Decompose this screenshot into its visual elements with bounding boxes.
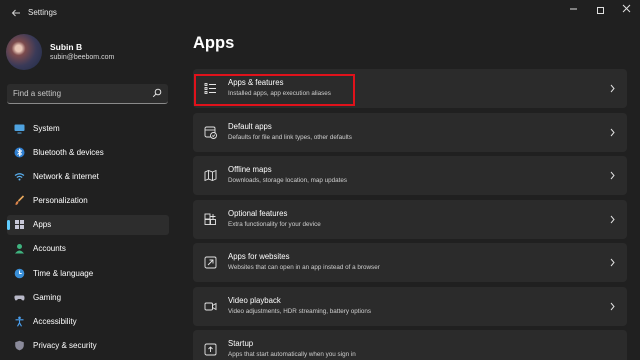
chevron-right-icon	[610, 171, 615, 180]
sidebar-item-personalization[interactable]: Personalization	[7, 191, 169, 211]
card-subtitle: Extra functionality for your device	[228, 220, 321, 228]
highlight-box	[194, 74, 355, 106]
sidebar-item-label: Time & language	[33, 268, 94, 278]
card-title: Default apps	[228, 121, 272, 131]
card-title: Video playback	[228, 295, 281, 305]
card-title: Startup	[228, 339, 254, 348]
page-title: Apps	[193, 34, 235, 52]
avatar[interactable]	[6, 34, 42, 70]
card-default-apps[interactable]: Default apps Defaults for file and link …	[193, 112, 627, 152]
sidebar-item-label: Accessibility	[33, 317, 77, 326]
sidebar-item-label: Apps	[33, 220, 52, 230]
card-subtitle: Apps that start automatically when you s…	[228, 351, 356, 358]
sidebar-item-time-language[interactable]: Time & language	[7, 263, 169, 283]
card-optional-features[interactable]: Optional features Extra functionality fo…	[193, 199, 627, 239]
card-apps-for-websites[interactable]: Apps for websites Websites that can open…	[193, 243, 627, 282]
user-email: subin@beebom.com	[50, 54, 115, 61]
sidebar-item-accounts[interactable]: Accounts	[7, 239, 169, 259]
close-button[interactable]	[614, 3, 638, 17]
brush-icon	[15, 195, 25, 206]
settings-list: Apps & features Installed apps, app exec…	[193, 69, 627, 360]
sidebar-item-label: Privacy & security	[33, 341, 97, 351]
person-icon	[15, 244, 24, 254]
card-offline-maps[interactable]: Offline maps Downloads, storage location…	[193, 156, 627, 195]
startup-icon	[204, 343, 217, 356]
card-startup[interactable]: Startup Apps that start automatically wh…	[193, 330, 627, 360]
chevron-right-icon	[610, 215, 615, 223]
default-apps-icon	[204, 126, 217, 139]
card-subtitle: Video adjustments, HDR streaming, batter…	[228, 307, 372, 315]
chevron-right-icon	[610, 258, 615, 267]
search-icon[interactable]	[152, 88, 162, 98]
sidebar-item-label: Gaming	[33, 292, 62, 302]
maximize-button[interactable]	[588, 3, 612, 17]
back-arrow-icon	[11, 9, 20, 17]
globe-clock-icon	[14, 268, 25, 278]
card-subtitle: Websites that can open in an app instead…	[228, 264, 380, 271]
card-subtitle: Defaults for file and link types, other …	[228, 133, 352, 141]
search-input[interactable]	[7, 84, 147, 103]
accessibility-icon	[15, 316, 24, 327]
open-link-icon	[204, 256, 217, 269]
chevron-right-icon	[610, 84, 615, 93]
controller-icon	[14, 295, 25, 301]
sidebar-item-label: System	[33, 123, 60, 133]
shield-icon	[15, 340, 24, 351]
bluetooth-icon	[14, 147, 25, 158]
title-bar: Settings	[0, 0, 640, 30]
minimize-button[interactable]	[561, 3, 585, 17]
sidebar-item-label: Personalization	[33, 196, 88, 206]
card-subtitle: Downloads, storage location, map updates	[228, 177, 348, 184]
close-icon	[622, 4, 630, 13]
card-video-playback[interactable]: Video playback Video adjustments, HDR st…	[193, 286, 627, 326]
card-title: Apps for websites	[228, 252, 290, 261]
monitor-icon	[14, 124, 25, 133]
minimize-icon	[569, 8, 577, 10]
chevron-right-icon	[610, 128, 615, 136]
sidebar-item-gaming[interactable]: Gaming	[7, 287, 169, 307]
sidebar-item-apps[interactable]: Apps	[7, 214, 169, 235]
map-icon	[204, 169, 217, 182]
card-title: Optional features	[228, 208, 288, 218]
sidebar-item-label: Accounts	[33, 244, 66, 254]
wifi-icon	[14, 173, 25, 181]
video-icon	[204, 302, 217, 310]
sidebar-item-bluetooth[interactable]: Bluetooth & devices	[7, 142, 169, 162]
sidebar-item-label: Network & internet	[33, 171, 99, 181]
sidebar-item-system[interactable]: System	[7, 118, 169, 138]
maximize-icon	[596, 7, 604, 15]
search-box[interactable]	[7, 84, 168, 104]
active-indicator	[7, 219, 10, 230]
chevron-right-icon	[610, 302, 615, 310]
apps-icon	[15, 220, 24, 230]
user-name: Subin B	[50, 42, 83, 52]
back-button[interactable]	[6, 5, 26, 23]
card-title: Offline maps	[228, 165, 272, 174]
sidebar-item-network[interactable]: Network & internet	[7, 166, 169, 186]
app-title: Settings	[28, 8, 57, 17]
sidebar-item-label: Bluetooth & devices	[33, 147, 104, 157]
sidebar-nav: System Bluetooth & devices Network & int…	[7, 118, 169, 360]
sidebar-item-accessibility[interactable]: Accessibility	[7, 312, 169, 332]
sidebar-item-privacy-security[interactable]: Privacy & security	[7, 336, 169, 356]
add-grid-icon	[204, 213, 216, 225]
